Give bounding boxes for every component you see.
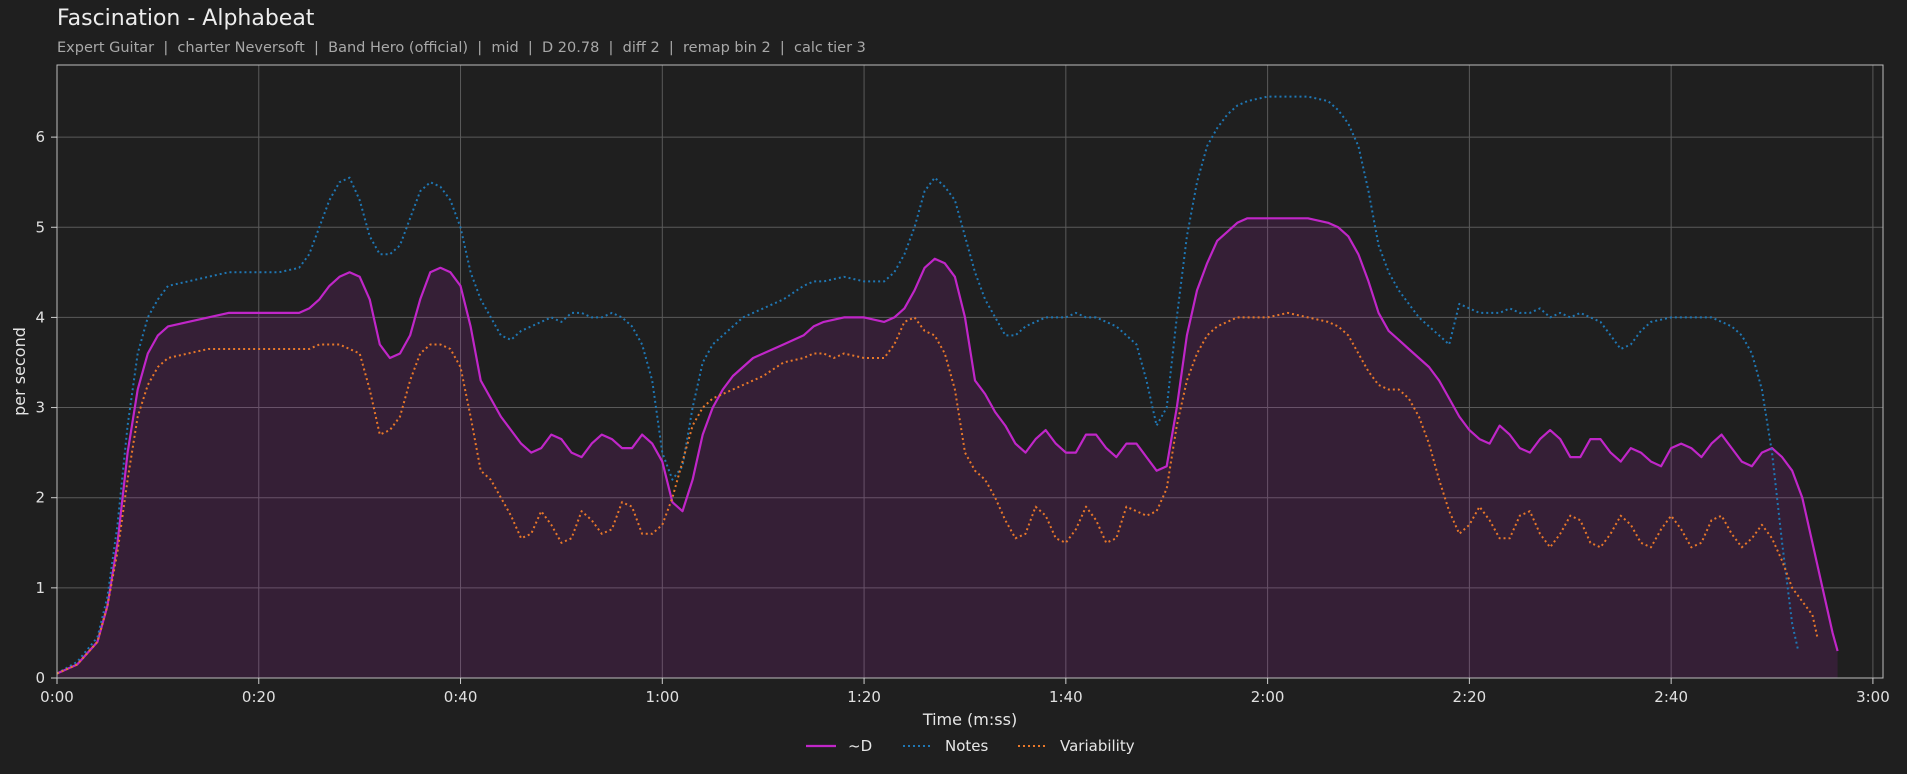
y-axis-label: per second: [10, 327, 29, 416]
x-axis-label: Time (m:ss): [922, 710, 1017, 729]
legend: ~D Notes Variability: [806, 737, 1135, 755]
d-series-area: [57, 218, 1838, 679]
x-tick-label: 1:00: [645, 688, 679, 706]
variability-series-legend-label: Variability: [1060, 737, 1135, 755]
notes-series-legend-label: Notes: [945, 737, 989, 755]
y-tick-label: 6: [35, 128, 45, 146]
chart-svg: 0:00 0:20 0:40 1:00 1:20 1:40 2:00 2:20 2:40 3:00…: [10, 64, 1890, 755]
x-tick-label: 2:40: [1654, 688, 1688, 706]
y-tick-label: 2: [35, 489, 45, 507]
x-tick-label: 1:20: [847, 688, 881, 706]
x-tick-label: 0:00: [40, 688, 74, 706]
x-tick-label: 2:00: [1251, 688, 1285, 706]
x-tick-label: 0:20: [242, 688, 276, 706]
y-tick-label: 3: [35, 399, 45, 417]
y-axis-ticks: 0 1 2 3 4 5 6: [35, 128, 57, 687]
y-tick-label: 1: [35, 579, 45, 597]
x-tick-label: 3:00: [1856, 688, 1890, 706]
series-fills: [57, 218, 1838, 679]
x-tick-label: 1:40: [1049, 688, 1083, 706]
x-tick-label: 2:20: [1453, 688, 1487, 706]
y-tick-label: 0: [35, 669, 45, 687]
x-tick-label: 0:40: [444, 688, 478, 706]
y-tick-label: 5: [35, 218, 45, 236]
d-series-legend-label: ~D: [848, 737, 872, 755]
y-tick-label: 4: [35, 308, 45, 326]
x-axis-ticks: 0:00 0:20 0:40 1:00 1:20 1:40 2:00 2:20 2:40 3:00: [40, 678, 1890, 706]
